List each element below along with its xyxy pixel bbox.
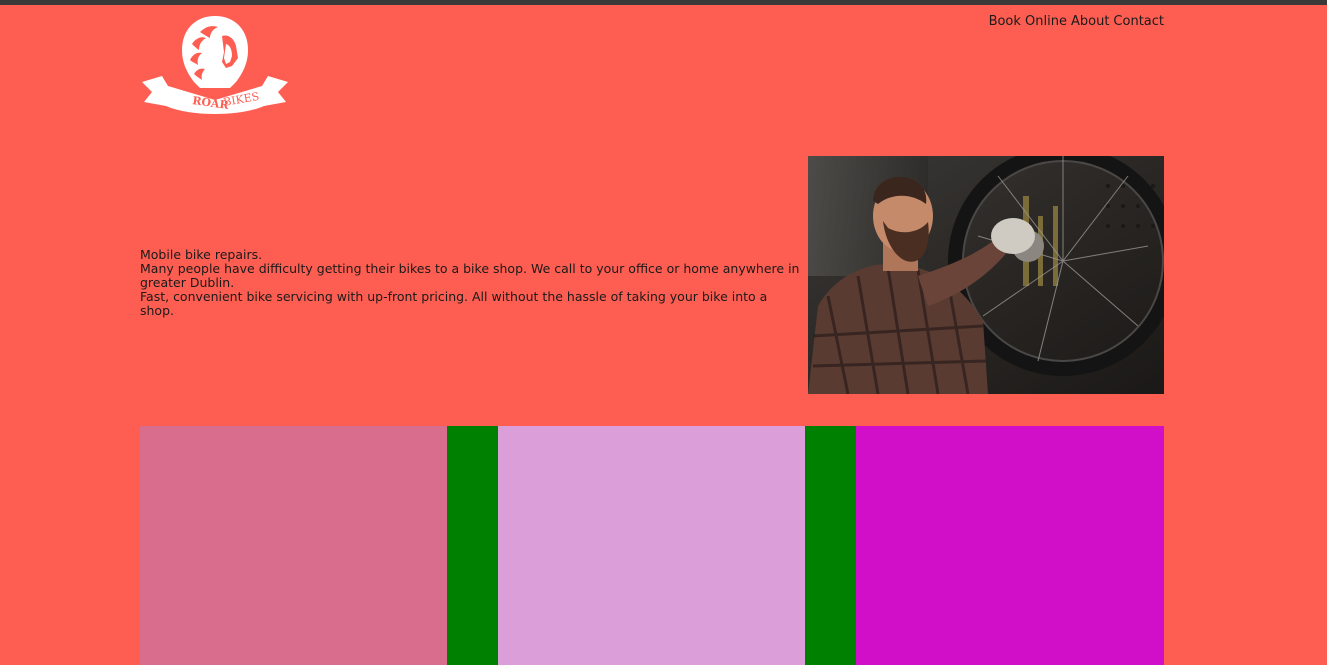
- roar-bikes-logo[interactable]: ROAR BIKES: [140, 14, 290, 114]
- nav-book-online[interactable]: Book Online: [989, 14, 1067, 29]
- feature-block-3: [856, 426, 1164, 665]
- intro-text: Mobile bike repairs. Many people have di…: [140, 248, 800, 318]
- mechanic-image: [808, 156, 1164, 394]
- mechanic-photo: [808, 156, 1164, 394]
- feature-block-2: [498, 426, 805, 665]
- feature-block-1: [140, 426, 447, 665]
- intro-paragraph-1: Many people have difficulty getting thei…: [140, 261, 800, 290]
- nav-about[interactable]: About: [1071, 14, 1109, 29]
- intro-heading: Mobile bike repairs.: [140, 247, 263, 262]
- lion-logo-icon: ROAR BIKES: [142, 16, 288, 114]
- nav-contact[interactable]: Contact: [1113, 14, 1164, 29]
- block-gutter-2: [805, 426, 856, 665]
- main-nav: Book Online About Contact: [989, 14, 1164, 29]
- feature-blocks: [140, 426, 1164, 665]
- top-border: [0, 0, 1327, 5]
- block-gutter-1: [447, 426, 498, 665]
- intro-paragraph-2: Fast, convenient bike servicing with up-…: [140, 289, 768, 318]
